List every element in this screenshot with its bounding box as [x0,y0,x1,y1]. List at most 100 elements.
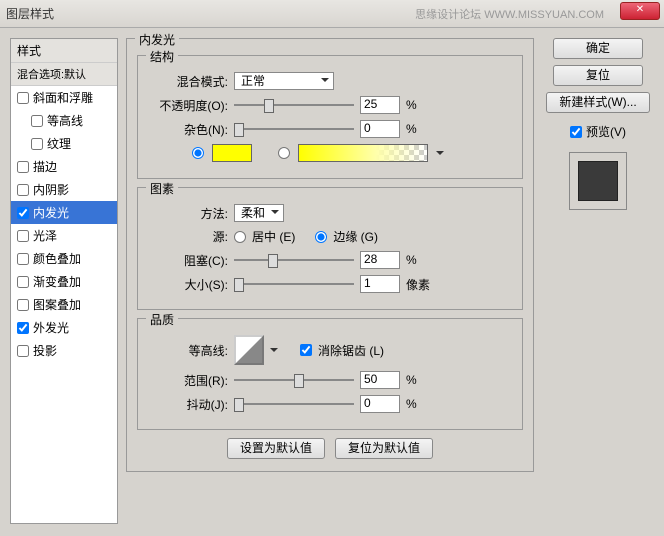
source-center-radio[interactable] [234,231,246,243]
antialias-checkbox[interactable] [300,344,312,356]
range-label: 范围(R): [148,372,228,389]
sidebar-item-checkbox[interactable] [17,184,29,196]
gradient-dropdown-icon[interactable] [436,151,444,159]
technique-dropdown[interactable]: 柔和 [234,204,284,222]
gradient-swatch[interactable] [298,144,428,162]
structure-label: 结构 [146,48,178,65]
sidebar-item[interactable]: 斜面和浮雕 [11,86,117,109]
settings-panel: 内发光 结构 混合模式: 正常 不透明度(O): 25 % 杂色(N): [126,38,534,524]
sidebar-item[interactable]: 渐变叠加 [11,270,117,293]
technique-label: 方法: [148,205,228,222]
sidebar-item-checkbox[interactable] [31,115,43,127]
choke-input[interactable]: 28 [360,251,400,269]
opacity-slider[interactable] [234,97,354,113]
contour-picker[interactable] [234,335,264,365]
new-style-button[interactable]: 新建样式(W)... [546,92,649,113]
color-radio[interactable] [192,147,204,159]
preview-box [569,152,627,210]
cancel-button[interactable]: 复位 [553,65,643,86]
inner-glow-fieldset: 内发光 结构 混合模式: 正常 不透明度(O): 25 % 杂色(N): [126,38,534,472]
opacity-unit: % [406,98,436,112]
sidebar-item-label: 内阴影 [33,181,69,198]
sidebar-item[interactable]: 等高线 [11,109,117,132]
sidebar-item[interactable]: 内发光 [11,201,117,224]
main-area: 样式 混合选项:默认 斜面和浮雕等高线纹理描边内阴影内发光光泽颜色叠加渐变叠加图… [0,28,664,534]
source-label: 源: [148,228,228,245]
titlebar: 图层样式 思缘设计论坛 WWW.MISSYUAN.COM ✕ [0,0,664,28]
jitter-input[interactable]: 0 [360,395,400,413]
source-edge-label: 边缘 (G) [333,228,378,245]
right-panel: 确定 复位 新建样式(W)... 预览(V) [542,38,654,524]
preview-checkbox[interactable] [570,126,582,138]
sidebar-header[interactable]: 样式 [11,39,117,63]
elements-label: 图素 [146,180,178,197]
antialias-label: 消除锯齿 (L) [318,342,384,359]
sidebar-item-checkbox[interactable] [17,161,29,173]
source-center-label: 居中 (E) [252,228,295,245]
sidebar-item-label: 渐变叠加 [33,273,81,290]
sidebar-item[interactable]: 光泽 [11,224,117,247]
sidebar-item-checkbox[interactable] [17,207,29,219]
sidebar-item[interactable]: 投影 [11,339,117,362]
jitter-slider[interactable] [234,396,354,412]
close-button[interactable]: ✕ [620,2,660,20]
sidebar-item[interactable]: 纹理 [11,132,117,155]
sidebar-item-label: 颜色叠加 [33,250,81,267]
sidebar-item-checkbox[interactable] [31,138,43,150]
noise-slider[interactable] [234,121,354,137]
quality-label: 品质 [146,311,178,328]
sidebar-item-label: 描边 [33,158,57,175]
sidebar-item[interactable]: 图案叠加 [11,293,117,316]
range-unit: % [406,373,436,387]
range-slider[interactable] [234,372,354,388]
opacity-label: 不透明度(O): [148,97,228,114]
styles-sidebar: 样式 混合选项:默认 斜面和浮雕等高线纹理描边内阴影内发光光泽颜色叠加渐变叠加图… [10,38,118,524]
contour-label: 等高线: [148,342,228,359]
panel-title: 内发光 [135,31,179,48]
sidebar-item-checkbox[interactable] [17,299,29,311]
color-swatch[interactable] [212,144,252,162]
size-input[interactable]: 1 [360,275,400,293]
reset-default-button[interactable]: 复位为默认值 [335,438,433,459]
sidebar-item-label: 内发光 [33,204,69,221]
gradient-radio[interactable] [278,147,290,159]
blend-mode-label: 混合模式: [148,73,228,90]
sidebar-item-checkbox[interactable] [17,276,29,288]
make-default-button[interactable]: 设置为默认值 [227,438,325,459]
sidebar-item[interactable]: 内阴影 [11,178,117,201]
sidebar-item[interactable]: 描边 [11,155,117,178]
sidebar-blend-options[interactable]: 混合选项:默认 [11,63,117,86]
choke-slider[interactable] [234,252,354,268]
sidebar-item-label: 斜面和浮雕 [33,89,93,106]
size-slider[interactable] [234,276,354,292]
noise-input[interactable]: 0 [360,120,400,138]
sidebar-item[interactable]: 颜色叠加 [11,247,117,270]
sidebar-item-checkbox[interactable] [17,345,29,357]
jitter-label: 抖动(J): [148,396,228,413]
size-unit: 像素 [406,276,436,293]
contour-dropdown-icon[interactable] [270,348,278,356]
noise-label: 杂色(N): [148,121,228,138]
watermark: 思缘设计论坛 WWW.MISSYUAN.COM [415,6,604,22]
sidebar-item-label: 外发光 [33,319,69,336]
range-input[interactable]: 50 [360,371,400,389]
noise-unit: % [406,122,436,136]
opacity-input[interactable]: 25 [360,96,400,114]
sidebar-item-label: 纹理 [47,135,71,152]
blend-mode-dropdown[interactable]: 正常 [234,72,334,90]
ok-button[interactable]: 确定 [553,38,643,59]
preview-swatch [578,161,618,201]
sidebar-item-checkbox[interactable] [17,92,29,104]
sidebar-item-checkbox[interactable] [17,322,29,334]
sidebar-item-checkbox[interactable] [17,230,29,242]
choke-label: 阻塞(C): [148,252,228,269]
preview-label: 预览(V) [586,123,626,140]
jitter-unit: % [406,397,436,411]
sidebar-item-label: 等高线 [47,112,83,129]
sidebar-item[interactable]: 外发光 [11,316,117,339]
quality-group: 品质 等高线: 消除锯齿 (L) 范围(R): 50 % [137,318,523,430]
sidebar-item-label: 光泽 [33,227,57,244]
sidebar-item-label: 图案叠加 [33,296,81,313]
sidebar-item-checkbox[interactable] [17,253,29,265]
source-edge-radio[interactable] [315,231,327,243]
